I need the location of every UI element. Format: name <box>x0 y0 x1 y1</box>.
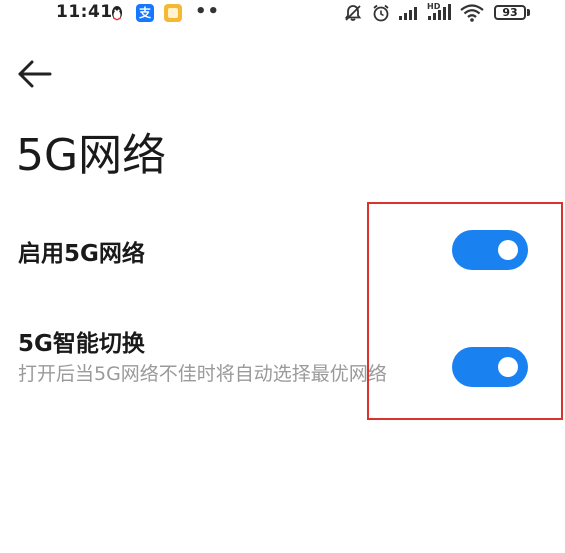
enable-5g-toggle[interactable] <box>452 230 528 270</box>
setting-enable-5g[interactable]: 启用5G网络 <box>0 222 565 282</box>
status-bar: 11:41 支 •• HD 93 <box>0 0 565 26</box>
page-title: 5G网络 <box>16 130 167 181</box>
qq-icon <box>108 4 126 22</box>
setting-title: 启用5G网络 <box>18 241 145 267</box>
status-time: 11:41 <box>56 2 113 22</box>
svg-text:HD: HD <box>427 2 441 11</box>
more-notifications-icon: •• <box>195 1 221 22</box>
toggle-knob <box>498 240 518 260</box>
setting-5g-smart-switch[interactable]: 5G智能切换 打开后当5G网络不佳时将自动选择最优网络 <box>0 318 565 428</box>
toggle-knob <box>498 357 518 377</box>
notes-icon <box>164 4 182 22</box>
smart-switch-toggle[interactable] <box>452 347 528 387</box>
mute-icon <box>343 3 363 27</box>
arrow-left-icon <box>18 60 52 88</box>
signal-icon <box>398 5 422 25</box>
back-button[interactable] <box>14 56 58 92</box>
setting-description: 打开后当5G网络不佳时将自动选择最优网络 <box>18 363 387 385</box>
battery-tip <box>527 9 530 16</box>
setting-title: 5G智能切换 <box>18 331 145 357</box>
battery-icon: 93 <box>494 5 526 20</box>
hd-signal-icon: HD <box>426 1 454 25</box>
wifi-icon <box>459 3 485 27</box>
alarm-icon <box>371 3 391 27</box>
alipay-icon: 支 <box>136 4 154 22</box>
